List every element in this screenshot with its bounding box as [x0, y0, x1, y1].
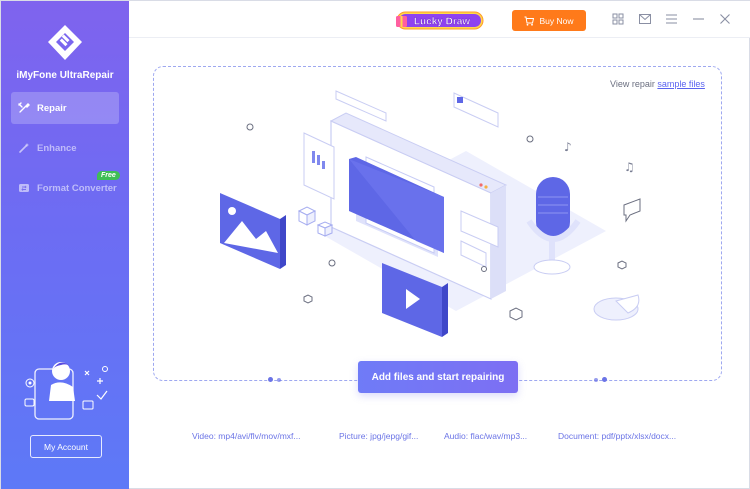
pager-dot: [268, 377, 273, 382]
cart-icon: [524, 16, 535, 26]
sidebar-illustration: [21, 355, 113, 421]
grid-icon[interactable]: [611, 12, 625, 26]
mail-icon[interactable]: [638, 12, 652, 26]
convert-icon: [17, 182, 30, 195]
lucky-draw-banner[interactable]: Lucky Draw: [395, 9, 485, 31]
pager-dot: [277, 377, 281, 382]
format-audio: Audio: flac/wav/mp3...: [444, 431, 528, 441]
pager-dots-right: [594, 377, 607, 382]
my-account-button[interactable]: My Account: [30, 435, 102, 458]
app-name: iMyFone UltraRepair: [16, 70, 114, 81]
svg-text:♫: ♫: [624, 160, 635, 174]
sidebar-item-label: Format Converter: [37, 182, 117, 194]
format-picture: Picture: jpg/jepg/gif...: [339, 431, 419, 441]
add-files-button[interactable]: Add files and start repairing: [358, 361, 518, 393]
sidebar-item-repair[interactable]: Repair: [11, 92, 119, 124]
sidebar-item-enhance[interactable]: Enhance: [11, 132, 119, 164]
svg-text:♪: ♪: [564, 140, 572, 154]
format-document: Document: pdf/pptx/xlsx/docx...: [558, 431, 677, 441]
app-window: iMyFone UltraRepair Repair Enhance Forma…: [0, 0, 750, 489]
minimize-icon[interactable]: [691, 12, 705, 26]
pager-dots-left: [268, 377, 281, 382]
format-video: Video: mp4/avi/flv/mov/mxf...: [192, 431, 301, 441]
sidebar-item-label: Repair: [37, 102, 67, 114]
app-logo: [45, 23, 85, 63]
tools-icon: [17, 102, 30, 115]
sidebar-item-label: Enhance: [37, 142, 77, 154]
title-bar: Lucky Draw Buy Now: [129, 1, 750, 38]
pager-dot: [594, 377, 598, 382]
repair-illustration: ♪ ♫: [206, 81, 666, 351]
free-badge: Free: [97, 171, 120, 180]
menu-icon[interactable]: [664, 12, 678, 26]
sidebar: iMyFone UltraRepair Repair Enhance Forma…: [1, 1, 129, 489]
lucky-draw-text: Lucky Draw: [414, 17, 470, 28]
close-icon[interactable]: [718, 12, 732, 26]
buy-now-label: Buy Now: [539, 15, 574, 26]
magic-wand-icon: [17, 142, 30, 155]
pager-dot: [602, 377, 607, 382]
buy-now-button[interactable]: Buy Now: [512, 10, 586, 31]
